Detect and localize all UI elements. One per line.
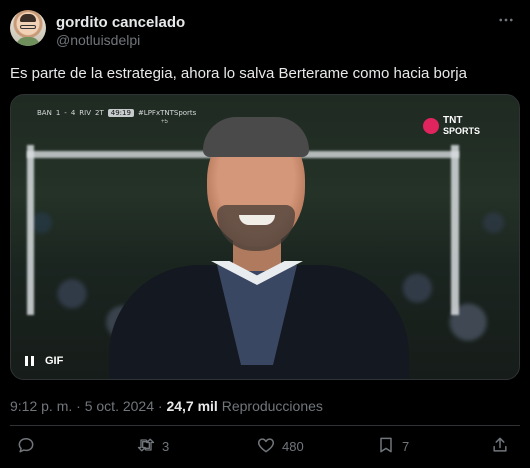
bookmark-icon [376,435,396,458]
display-name[interactable]: gordito cancelado [56,14,185,31]
meta-separator: · [76,398,81,414]
tweet-header: gordito cancelado @notluisdelpi [10,10,520,50]
bookmark-count: 7 [402,438,410,454]
tweet-date[interactable]: 5 oct. 2024 [85,398,154,414]
home-score: 1 [55,108,61,117]
bookmark-button[interactable]: 7 [376,432,409,460]
retweet-button[interactable]: 3 [136,432,169,460]
goal-post-left [27,145,34,315]
hashtag: #LPFxTNTSports [137,108,197,117]
tweet-text: Es parte de la estrategia, ahora lo salv… [10,65,467,82]
meta-separator-2: · [157,398,163,414]
retweet-count: 3 [162,438,170,454]
divider [10,425,520,426]
pause-icon[interactable] [25,356,35,366]
scoreboard-overlay: BAN 1 - 4 RIV 2T 49:19 #LPFxTNTSports [37,108,197,117]
like-count: 480 [282,438,304,454]
share-button[interactable] [490,432,510,460]
gif-media[interactable]: BAN 1 - 4 RIV 2T 49:19 #LPFxTNTSports +5… [10,94,520,380]
tnt-sports-logo: TNT SPORTS [423,115,491,139]
away-score: 4 [70,108,76,117]
home-team: BAN [37,108,52,117]
like-button[interactable]: 480 [256,432,304,460]
tweet-time[interactable]: 9:12 p. m. [10,398,72,414]
like-icon [256,435,276,458]
action-bar: 3 480 7 [10,432,520,462]
away-team: RIV [79,108,92,117]
gif-badge: GIF [45,355,64,367]
views-label: Reproducciones [221,398,323,414]
reply-button[interactable] [16,432,42,460]
views-count: 24,7 mil [166,398,218,414]
tweet-meta: 9:12 p. m. · 5 oct. 2024 · 24,7 mil Repr… [10,398,323,414]
period: 2T [95,108,104,117]
share-icon [490,435,510,458]
gif-controls: GIF [25,355,63,367]
reply-icon [16,435,36,458]
match-clock: 49:19 [107,108,134,117]
more-icon[interactable] [494,10,518,30]
user-handle[interactable]: @notluisdelpi [56,32,140,48]
goal-post-right [451,145,459,315]
smiling-man [99,115,419,379]
added-time: +5 [161,119,168,125]
avatar[interactable] [10,10,46,46]
retweet-icon [136,435,156,458]
